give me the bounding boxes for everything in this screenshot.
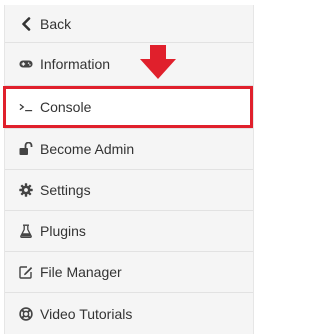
gear-icon [19, 182, 33, 198]
sidebar-item-label: Console [40, 99, 92, 115]
sidebar-item-settings[interactable]: Settings [5, 170, 253, 211]
sidebar-item-become-admin[interactable]: Become Admin [5, 129, 253, 170]
lifebuoy-icon [19, 306, 33, 322]
sidebar-item-information[interactable]: Information [5, 43, 253, 86]
sidebar-item-video-tutorials[interactable]: Video Tutorials [5, 293, 253, 334]
sidebar-item-label: Video Tutorials [40, 305, 133, 322]
arrow-down-icon [140, 45, 176, 79]
sidebar-item-label: File Manager [40, 264, 122, 280]
sidebar-item-console[interactable]: Console [5, 86, 253, 129]
sidebar-item-label: Become Admin [40, 141, 135, 157]
flask-icon [19, 223, 33, 239]
edit-icon [19, 264, 33, 280]
sidebar-item-label: Plugins [40, 223, 86, 239]
sidebar-menu: Back Information Console Become Admin Se… [4, 5, 254, 334]
chevron-left-icon [19, 16, 33, 32]
gamepad-icon [19, 56, 33, 72]
sidebar-item-label: Settings [40, 182, 91, 198]
sidebar-item-plugins[interactable]: Plugins [5, 211, 253, 252]
sidebar-item-file-manager[interactable]: File Manager [5, 252, 253, 293]
sidebar-item-back[interactable]: Back [5, 5, 253, 43]
terminal-icon [19, 99, 33, 115]
unlock-icon [19, 141, 33, 157]
sidebar-item-label: Back [40, 15, 72, 32]
sidebar-item-label: Information [40, 56, 111, 72]
